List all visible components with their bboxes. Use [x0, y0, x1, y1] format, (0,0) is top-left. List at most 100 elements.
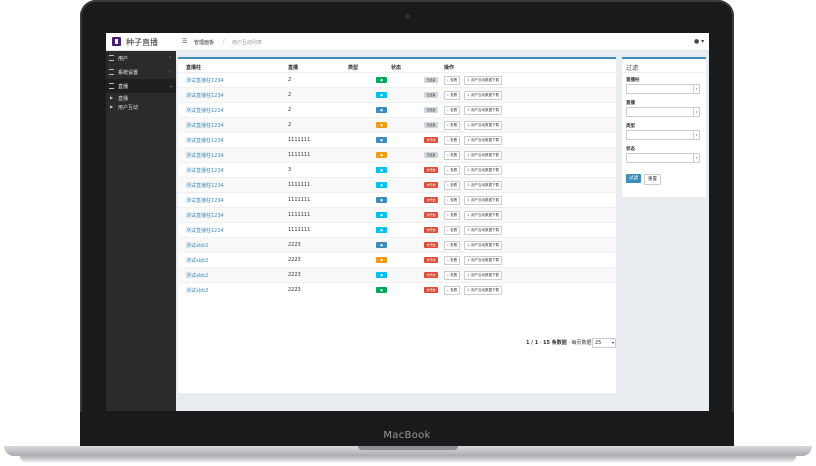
- table-row: 测试xbb2 2223 ● 未开始 ⌕ 查看 ⇩ 用户互动数据下载: [178, 237, 616, 253]
- live-room-link[interactable]: 测试xbb2: [186, 257, 209, 264]
- status-badge: 未开始: [424, 242, 438, 248]
- search-icon: ⌕: [447, 123, 449, 127]
- column-header[interactable]: 直播柱: [186, 64, 201, 71]
- type-badge: ●: [376, 212, 387, 218]
- download-button[interactable]: ⇩ 用户互动数据下载: [464, 121, 503, 130]
- download-button[interactable]: ⇩ 用户互动数据下载: [464, 226, 503, 235]
- filter-select[interactable]: ▾: [626, 130, 700, 140]
- view-button[interactable]: ⌕ 查看: [444, 211, 461, 220]
- live-value: 2223: [288, 287, 301, 293]
- download-icon: ⇩: [467, 243, 470, 247]
- filter-select[interactable]: ▾: [626, 153, 700, 163]
- search-icon: ⌕: [447, 108, 449, 112]
- view-button[interactable]: ⌕ 查看: [444, 91, 461, 100]
- download-button[interactable]: ⇩ 用户互动数据下载: [464, 106, 503, 115]
- type-badge: ●: [376, 182, 387, 188]
- status-badge: 未开始: [424, 257, 438, 263]
- view-button[interactable]: ⌕ 查看: [444, 226, 461, 235]
- type-badge: ●: [376, 272, 387, 278]
- download-button[interactable]: ⇩ 用户互动数据下载: [464, 196, 503, 205]
- view-button[interactable]: ⌕ 查看: [444, 166, 461, 175]
- filter-select[interactable]: ▾: [626, 107, 700, 117]
- topbar: 种子直播 ☰ 管理面板 / 用户互动列表 ● ▾: [106, 33, 709, 51]
- download-icon: ⇩: [467, 288, 470, 292]
- view-button[interactable]: ⌕ 查看: [444, 271, 461, 280]
- filter-label: 类型: [626, 124, 635, 129]
- column-header[interactable]: 直播: [288, 64, 298, 71]
- live-room-link[interactable]: 测试直播柱1234: [186, 167, 224, 174]
- logo-area[interactable]: 种子直播: [106, 33, 176, 50]
- view-button[interactable]: ⌕ 查看: [444, 196, 461, 205]
- live-room-link[interactable]: 测试直播柱1234: [186, 212, 224, 219]
- view-button[interactable]: ⌕ 查看: [444, 76, 461, 85]
- live-value: 2223: [288, 242, 301, 248]
- sidebar-item-settings[interactable]: 系统设置 ‹: [106, 65, 176, 79]
- type-badge: ●: [376, 152, 387, 158]
- sidebar-item-live[interactable]: 直播 ⌄: [106, 79, 176, 93]
- view-button-label: 查看: [450, 123, 458, 127]
- filter-label: 直播: [626, 101, 635, 106]
- download-button[interactable]: ⇩ 用户互动数据下载: [464, 241, 503, 250]
- status-badge: 未开始: [424, 212, 438, 218]
- live-room-link[interactable]: 测试xbb2: [186, 242, 209, 249]
- view-button[interactable]: ⌕ 查看: [444, 241, 461, 250]
- search-icon: ⌕: [447, 183, 449, 187]
- home-icon[interactable]: ☰: [182, 38, 187, 45]
- view-button[interactable]: ⌕ 查看: [444, 106, 461, 115]
- column-header[interactable]: 类型: [348, 64, 358, 71]
- filter-select[interactable]: ▾: [626, 84, 700, 94]
- breadcrumb-separator: /: [223, 39, 225, 45]
- download-button[interactable]: ⇩ 用户互动数据下载: [464, 136, 503, 145]
- column-header[interactable]: 状态: [391, 64, 401, 71]
- view-button[interactable]: ⌕ 查看: [444, 121, 461, 130]
- live-value: 1111111: [288, 152, 311, 158]
- live-room-link[interactable]: 测试直播柱1234: [186, 152, 224, 159]
- filter-submit-button[interactable]: 过滤: [626, 174, 641, 183]
- live-room-link[interactable]: 测试直播柱1234: [186, 227, 224, 234]
- status-badge: 未开始: [424, 197, 438, 203]
- view-button[interactable]: ⌕ 查看: [444, 181, 461, 190]
- search-icon: ⌕: [447, 78, 449, 82]
- download-icon: ⇩: [467, 213, 470, 217]
- download-button[interactable]: ⇩ 用户互动数据下载: [464, 256, 503, 265]
- laptop-foot: [20, 456, 796, 462]
- download-icon: ⇩: [467, 183, 470, 187]
- view-button[interactable]: ⌕ 查看: [444, 256, 461, 265]
- live-room-link[interactable]: 测试直播柱1234: [186, 77, 224, 84]
- download-button[interactable]: ⇩ 用户互动数据下载: [464, 271, 503, 280]
- download-button-label: 用户互动数据下载: [471, 183, 500, 187]
- download-button[interactable]: ⇩ 用户互动数据下载: [464, 91, 503, 100]
- download-icon: ⇩: [467, 93, 470, 97]
- view-button[interactable]: ⌕ 查看: [444, 151, 461, 160]
- download-button[interactable]: ⇩ 用户互动数据下载: [464, 181, 503, 190]
- view-button-label: 查看: [450, 183, 458, 187]
- table-row: 测试直播柱1234 1111111 ● 未开始 ⌕ 查看 ⇩ 用户互动数据下载: [178, 132, 616, 148]
- live-room-link[interactable]: 测试xbb2: [186, 272, 209, 279]
- live-room-link[interactable]: 测试直播柱1234: [186, 137, 224, 144]
- view-button[interactable]: ⌕ 查看: [444, 136, 461, 145]
- per-page-select[interactable]: 25 ▾: [592, 338, 616, 348]
- page-number: 1 / 1: [526, 340, 539, 346]
- download-button[interactable]: ⇩ 用户互动数据下载: [464, 211, 503, 220]
- download-button[interactable]: ⇩ 用户互动数据下载: [464, 286, 503, 295]
- filter-reset-button[interactable]: 重置: [644, 174, 661, 185]
- sidebar-item-users[interactable]: 用户 ‹: [106, 51, 176, 65]
- user-icon[interactable]: ● ▾: [694, 38, 704, 45]
- chevron-down-icon: ▾: [693, 154, 699, 162]
- live-room-link[interactable]: 测试直播柱1234: [186, 92, 224, 99]
- breadcrumb-item-1[interactable]: 管理面板: [194, 39, 214, 46]
- download-button[interactable]: ⇩ 用户互动数据下载: [464, 76, 503, 85]
- download-button[interactable]: ⇩ 用户互动数据下载: [464, 151, 503, 160]
- live-room-link[interactable]: 测试xbb2: [186, 287, 209, 294]
- download-button[interactable]: ⇩ 用户互动数据下载: [464, 166, 503, 175]
- live-room-link[interactable]: 测试直播柱1234: [186, 107, 224, 114]
- sidebar-subitem-interaction[interactable]: ▶ 用户互动: [106, 102, 176, 112]
- live-room-link[interactable]: 测试直播柱1234: [186, 122, 224, 129]
- type-badge: ●: [376, 257, 387, 263]
- view-button[interactable]: ⌕ 查看: [444, 286, 461, 295]
- live-room-link[interactable]: 测试直播柱1234: [186, 182, 224, 189]
- live-room-link[interactable]: 测试直播柱1234: [186, 197, 224, 204]
- type-badge: ●: [376, 287, 387, 293]
- search-icon: ⌕: [447, 153, 449, 157]
- sidebar-item-label: 用户: [118, 56, 129, 62]
